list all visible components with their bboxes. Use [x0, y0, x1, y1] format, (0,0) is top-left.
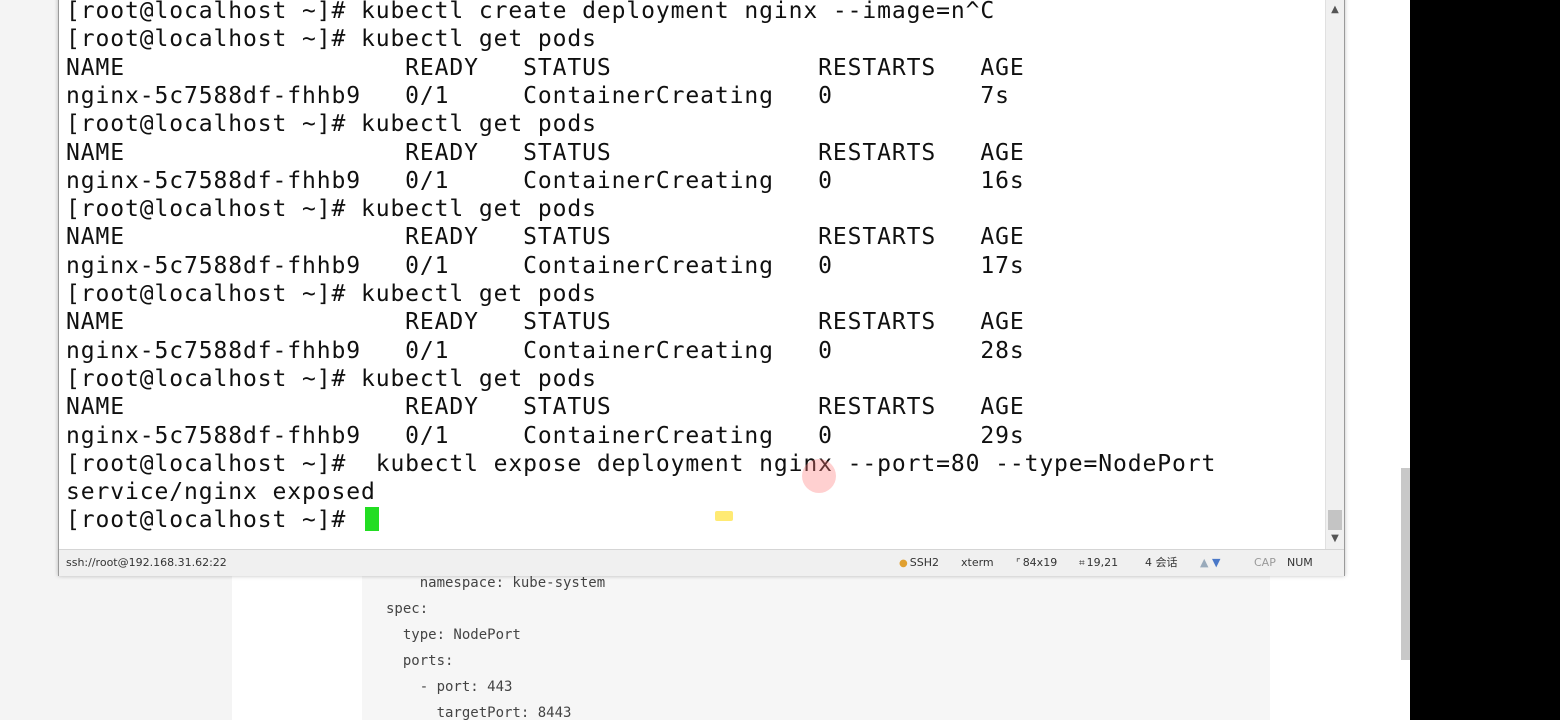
terminal-line: nginx-5c7588df-fhhb9 0/1 ContainerCreati… [66, 422, 1025, 449]
protocol-indicator: ● SSH2 [899, 556, 939, 569]
terminal-line: [root@localhost ~]# kubectl get pods [66, 196, 597, 223]
code-line: namespace: kube-system [386, 575, 606, 591]
terminal-line: NAME READY STATUS RESTARTS AGE [66, 54, 1025, 81]
terminal-line: [root@localhost ~]# kubectl get pods [66, 281, 597, 307]
session-count: 4 会话 [1145, 556, 1178, 569]
terminal-type: xterm [961, 556, 994, 569]
chevron-up-icon[interactable]: ▲ [1326, 3, 1344, 17]
num-lock-indicator: NUM [1287, 556, 1313, 569]
highlight-mark [715, 511, 733, 521]
terminal-line: NAME READY STATUS RESTARTS AGE [66, 309, 1025, 336]
code-line: spec: [386, 601, 429, 617]
terminal-window: [root@localhost ~]# kubectl create deplo… [58, 0, 1345, 576]
cursor-position-icon: ⌗ [1079, 558, 1085, 569]
caps-lock-indicator: CAP [1254, 556, 1276, 569]
arrow-up-icon[interactable]: ▲ [1200, 556, 1208, 569]
terminal-line: [root@localhost ~]# kubectl expose deplo… [66, 450, 1217, 477]
page-scrollbar-thumb[interactable] [1401, 468, 1410, 660]
resize-icon: ⌜ [1016, 558, 1021, 569]
transfer-arrows[interactable]: ▲ ▼ [1200, 556, 1220, 570]
terminal-line: [root@localhost ~]# kubectl create deplo… [66, 0, 996, 24]
screen-edge [1410, 0, 1560, 720]
terminal-line: nginx-5c7588df-fhhb9 0/1 ContainerCreati… [66, 82, 1010, 109]
terminal-prompt-line[interactable]: [root@localhost ~]# [66, 506, 379, 534]
terminal-line: service/nginx exposed [66, 479, 376, 506]
code-line: type: NodePort [386, 627, 521, 643]
terminal-line: NAME READY STATUS RESTARTS AGE [66, 394, 1025, 421]
lock-icon: ● [899, 558, 908, 569]
terminal-line: nginx-5c7588df-fhhb9 0/1 ContainerCreati… [66, 167, 1025, 194]
screen: 添4.3kub5. 部署6. 安装7. 加入8. 测试9. 部署 namespa… [0, 0, 1560, 720]
code-line: - port: 443 [386, 679, 513, 695]
terminal-output[interactable]: [root@localhost ~]# kubectl create deplo… [59, 0, 1325, 549]
text-cursor [364, 507, 379, 532]
status-bar: ssh://root@192.168.31.62:22 ● SSH2 xterm … [59, 549, 1344, 576]
cursor-position: ⌗ 19,21 [1079, 556, 1119, 569]
terminal-line: nginx-5c7588df-fhhb9 0/1 ContainerCreati… [66, 252, 1025, 279]
connection-string: ssh://root@192.168.31.62:22 [66, 556, 227, 569]
terminal-line: [root@localhost ~]# kubectl get pods [66, 365, 597, 392]
terminal-line: [root@localhost ~]# kubectl get pods [66, 26, 597, 53]
prompt-text: [root@localhost ~]# [66, 507, 361, 534]
terminal-line: NAME READY STATUS RESTARTS AGE [66, 139, 1025, 166]
arrow-down-icon[interactable]: ▼ [1212, 556, 1220, 569]
terminal-line: [root@localhost ~]# kubectl get pods [66, 111, 597, 138]
click-indicator [802, 459, 836, 493]
chevron-down-icon[interactable]: ▼ [1326, 532, 1344, 546]
terminal-size: ⌜ 84x19 [1016, 556, 1058, 569]
terminal-scroll-thumb[interactable] [1328, 510, 1342, 530]
code-line: targetPort: 8443 [386, 705, 572, 720]
yaml-code-block: namespace: kube-system spec: type: NodePo… [362, 572, 1270, 720]
terminal-scrollbar[interactable]: ▲ ▼ [1325, 0, 1344, 549]
terminal-line: NAME READY STATUS RESTARTS AGE [66, 224, 1025, 251]
terminal-line: nginx-5c7588df-fhhb9 0/1 ContainerCreati… [66, 337, 1025, 364]
code-line: ports: [386, 653, 454, 669]
